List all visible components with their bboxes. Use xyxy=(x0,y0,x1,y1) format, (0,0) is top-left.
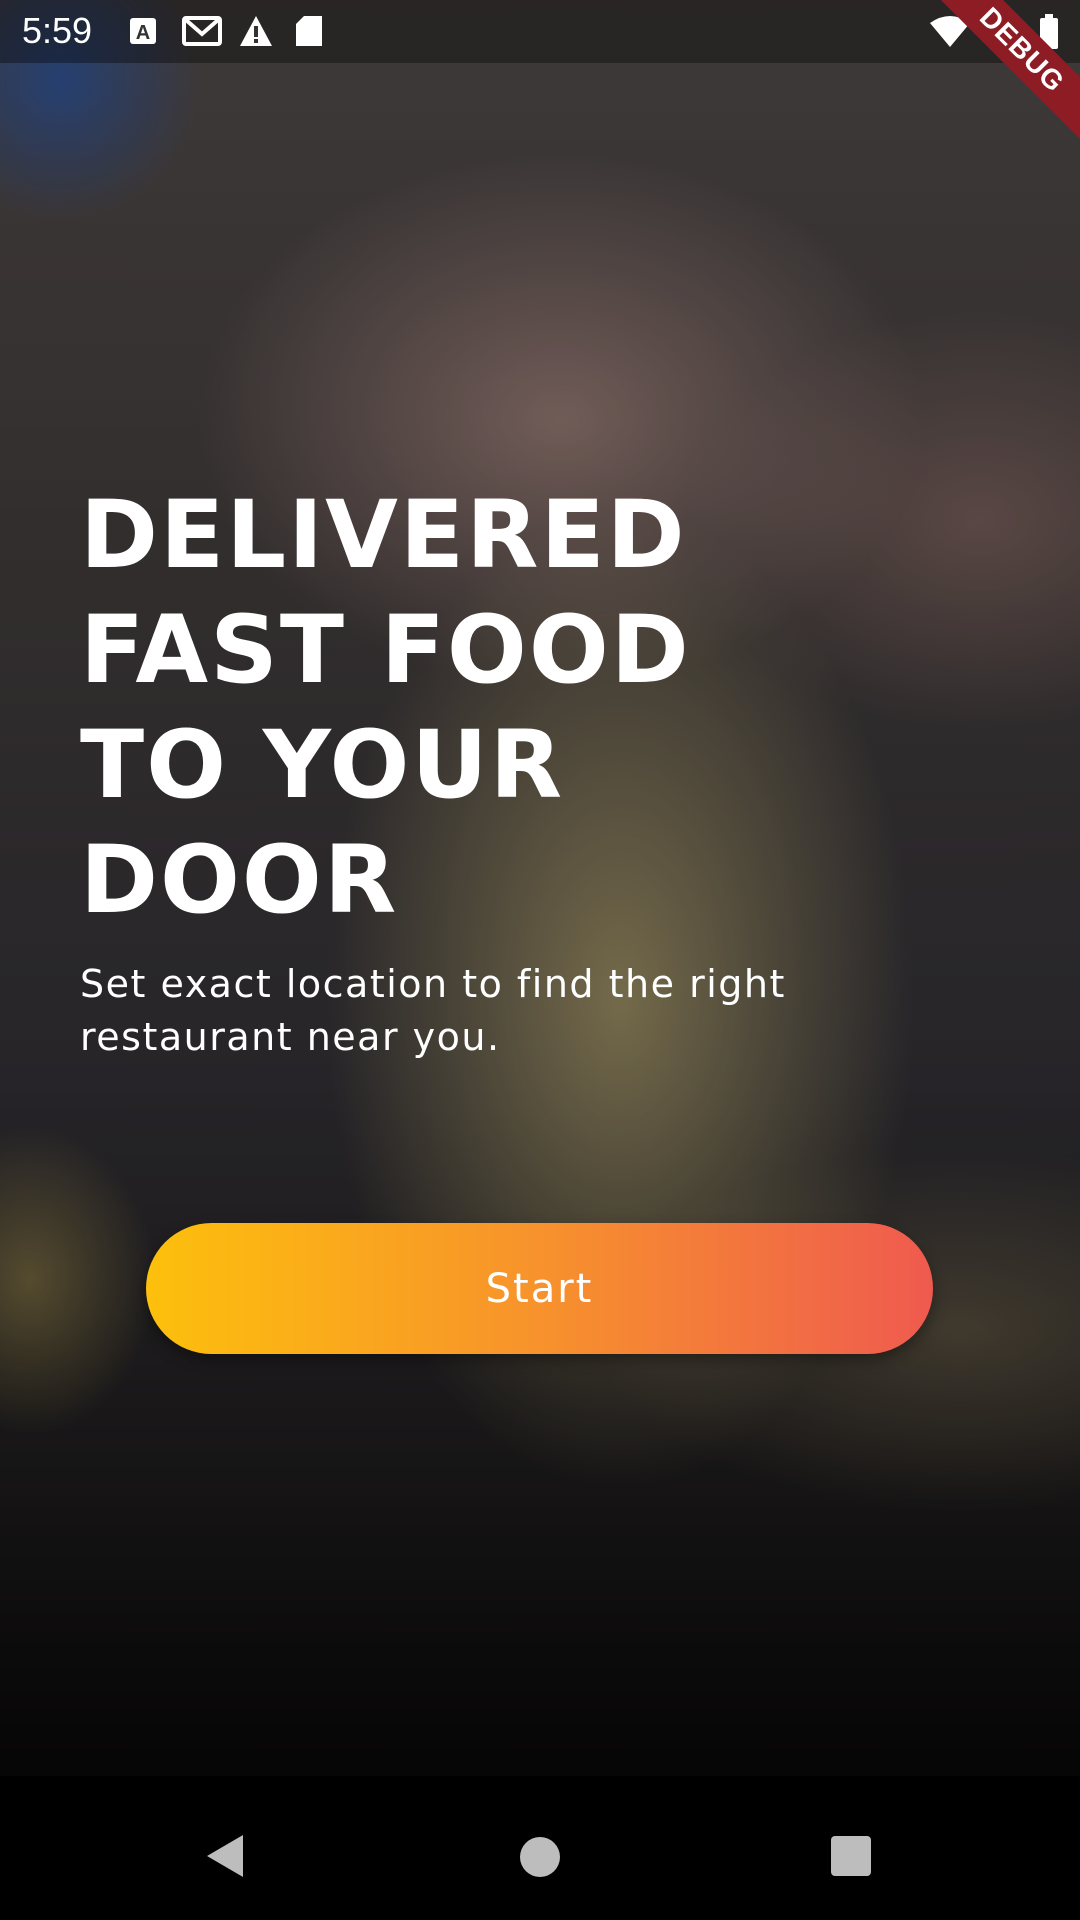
sd-card-icon xyxy=(294,14,328,48)
warning-icon xyxy=(238,14,272,48)
headline: DELIVERED FAST FOOD TO YOUR DOOR xyxy=(80,478,880,938)
start-button-label: Start xyxy=(485,1265,594,1312)
subtitle: Set exact location to find the right res… xyxy=(80,958,900,1064)
notification-icons: A xyxy=(126,14,328,48)
headline-line: FAST FOOD xyxy=(80,596,691,705)
splash-screen: 5:59 A DEBUG DELIVERED FAST FOOD TO YOUR… xyxy=(0,0,1080,1920)
status-bar: 5:59 A xyxy=(0,0,1080,63)
subtitle-line: Set exact location to find the right xyxy=(80,962,786,1006)
svg-text:A: A xyxy=(136,22,150,44)
status-time: 5:59 xyxy=(22,10,93,51)
subtitle-line: restaurant near you. xyxy=(80,1015,501,1059)
headline-line: TO YOUR xyxy=(80,711,565,820)
headline-line: DOOR xyxy=(80,826,399,935)
headline-line: DELIVERED xyxy=(80,481,687,590)
gmail-icon xyxy=(182,14,222,48)
back-icon[interactable] xyxy=(205,1833,245,1883)
start-button[interactable]: Start xyxy=(146,1223,933,1354)
text-a-icon: A xyxy=(126,14,160,48)
home-icon[interactable] xyxy=(520,1837,560,1877)
recents-icon[interactable] xyxy=(831,1836,871,1876)
